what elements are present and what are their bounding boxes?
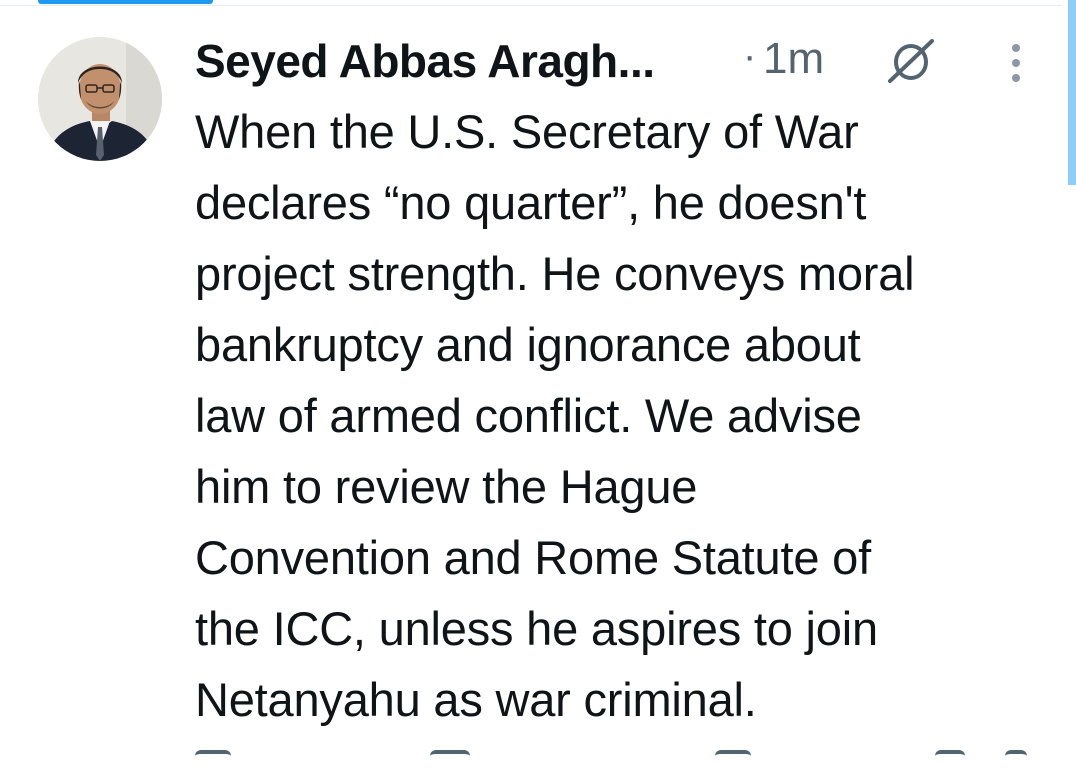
top-tab-indicator [38,0,213,4]
timestamp[interactable]: 1m [763,34,824,84]
author-name[interactable]: Seyed Abbas Aragh... [195,34,655,88]
scrollbar[interactable] [1068,0,1076,185]
grok-icon[interactable] [885,39,937,83]
retweet-icon[interactable] [430,750,470,766]
tweet-text-line: bankruptcy and ignorance about [195,318,861,371]
more-vertical-icon[interactable] [1003,40,1029,86]
tweet-header: Seyed Abbas Aragh... · 1m [195,26,1045,88]
tweet-text-line: him to review the Hague [195,460,698,513]
top-divider [0,5,1062,6]
share-icon[interactable] [1005,750,1027,766]
action-bar [195,750,1035,770]
tweet-text-line: When the U.S. Secretary of War [195,105,859,158]
tweet-text-line: Convention and Rome Statute of [195,531,871,584]
tweet-text: When the U.S. Secretary of War declares … [195,96,1055,735]
bookmark-icon[interactable] [935,750,965,766]
author-avatar[interactable] [38,37,162,161]
tweet-text-line: declares “no quarter”, he doesn't [195,176,867,229]
like-icon[interactable] [715,750,751,766]
tweet-text-line: law of armed conflict. We advise [195,389,862,442]
reply-icon[interactable] [195,750,231,766]
separator-dot: · [743,34,757,78]
tweet-text-line: Netanyahu as war criminal. [195,673,757,726]
tweet-text-line: project strength. He conveys moral [195,247,915,300]
avatar-photo-icon [38,37,162,161]
tweet-text-line: the ICC, unless he aspires to join [195,602,878,655]
